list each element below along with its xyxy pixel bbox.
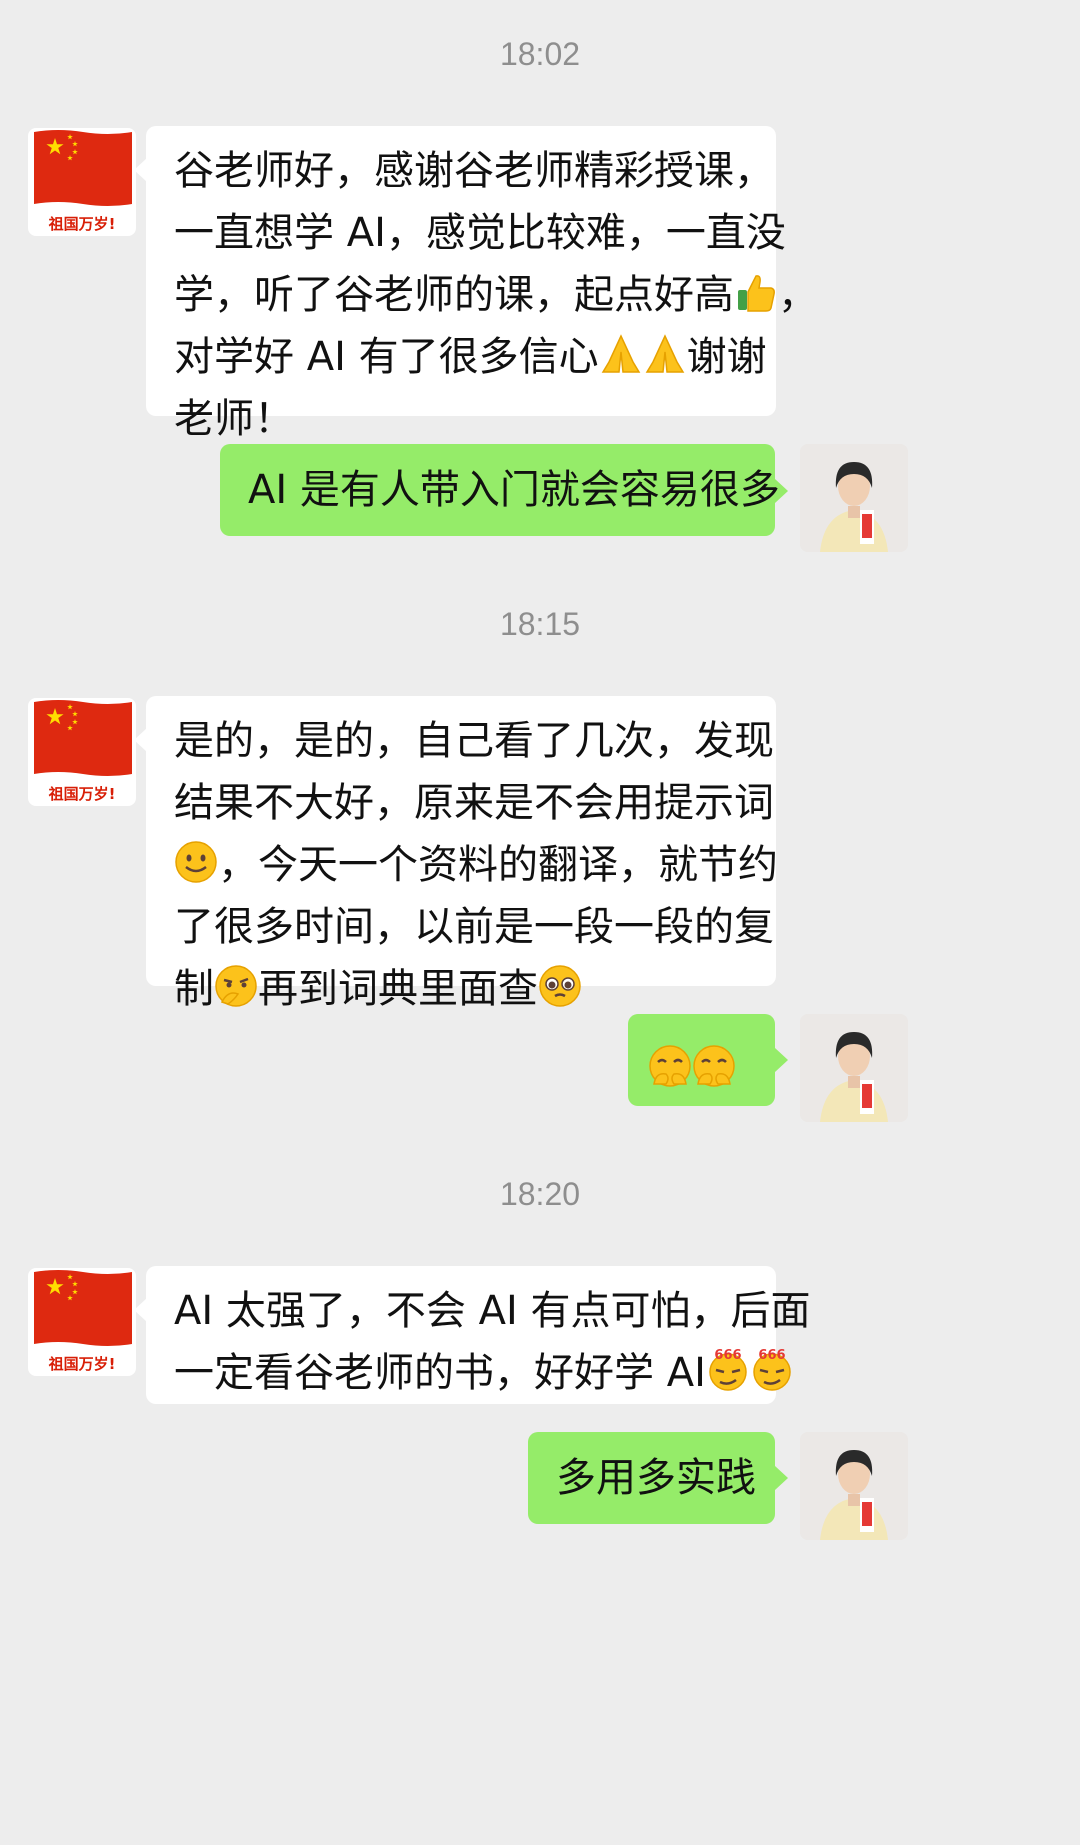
message-line: 老师！ — [174, 396, 294, 442]
incoming-message-bubble[interactable]: 是的，是的，自己看了几次，发现 结果不大好，原来是不会用提示词 ，今天一个资料的… — [146, 696, 778, 1012]
avatar-caption: 祖国万岁! — [48, 785, 116, 803]
bubble-tail — [775, 1466, 788, 1490]
avatar-caption: 祖国万岁! — [48, 1355, 116, 1373]
message-line: 谢谢 — [686, 334, 767, 380]
giggle-icon — [692, 1044, 736, 1088]
my-avatar[interactable] — [800, 444, 908, 552]
message-line: 多用多实践 — [556, 1455, 756, 1501]
message-line: AI 是有人带入门就会容易很多 — [248, 467, 780, 513]
incoming-message-bubble[interactable]: 谷老师好，感谢谷老师精彩授课， 一直想学 AI，感觉比较难，一直没 学，听了谷老… — [146, 126, 818, 442]
bubble-tail — [775, 1048, 788, 1072]
message-line: 对学好 AI 有了很多信心 — [174, 334, 599, 380]
contact-avatar[interactable]: 祖国万岁! — [28, 128, 136, 236]
outgoing-message-bubble[interactable]: 多用多实践 — [528, 1432, 775, 1524]
china-flag-icon — [34, 700, 132, 776]
message-line: 是的，是的，自己看了几次，发现 — [174, 718, 774, 764]
message-line: 一直想学 AI，感觉比较难，一直没 — [174, 210, 786, 256]
svg-text:666: 666 — [758, 1348, 785, 1363]
message-line: AI 太强了，不会 AI 有点可怕，后面 — [174, 1288, 811, 1334]
timestamp: 18:15 — [499, 606, 581, 642]
my-avatar[interactable] — [800, 1014, 908, 1122]
message-line: 了很多时间，以前是一段一段的复 — [174, 904, 774, 950]
contact-avatar[interactable]: 祖国万岁! — [28, 698, 136, 806]
message-line: 一定看谷老师的书，好好学 AI — [174, 1350, 706, 1396]
china-flag-icon — [34, 130, 132, 206]
pray-icon — [645, 334, 684, 373]
giggle-icon — [648, 1044, 692, 1088]
timestamp: 18:20 — [499, 1176, 581, 1212]
message-line: ，今天一个资料的翻译，就节约 — [218, 842, 778, 888]
profile-photo-icon — [800, 1014, 908, 1122]
666-icon: 666 — [709, 1348, 747, 1391]
timestamp: 18:02 — [499, 36, 581, 72]
my-avatar[interactable] — [800, 1432, 908, 1540]
profile-photo-icon — [800, 444, 908, 552]
profile-photo-icon — [800, 1432, 908, 1540]
666-icon: 666 — [753, 1348, 791, 1391]
thumbs-up-icon — [738, 275, 775, 312]
message-line: ， — [778, 272, 818, 318]
avatar-caption: 祖国万岁! — [48, 215, 116, 233]
china-flag-icon — [34, 1270, 132, 1346]
message-line: 制 — [174, 966, 214, 1012]
outgoing-message-bubble[interactable] — [628, 1014, 775, 1106]
thinking-icon — [214, 964, 258, 1008]
contact-avatar[interactable]: 祖国万岁! — [28, 1268, 136, 1376]
pleading-icon — [538, 964, 582, 1008]
pray-icon — [601, 334, 640, 373]
message-line: 谷老师好，感谢谷老师精彩授课， — [174, 148, 774, 194]
message-line: 结果不大好，原来是不会用提示词 — [174, 780, 774, 826]
incoming-message-bubble[interactable]: AI 太强了，不会 AI 有点可怕，后面 一定看谷老师的书，好好学 AI 666 6… — [146, 1266, 811, 1404]
smile-icon — [174, 840, 218, 884]
outgoing-message-bubble[interactable]: AI 是有人带入门就会容易很多 — [220, 444, 780, 536]
message-line: 学，听了谷老师的课，起点好高 — [174, 272, 734, 318]
message-line: 再到词典里面查 — [258, 966, 538, 1012]
svg-text:666: 666 — [714, 1348, 741, 1363]
